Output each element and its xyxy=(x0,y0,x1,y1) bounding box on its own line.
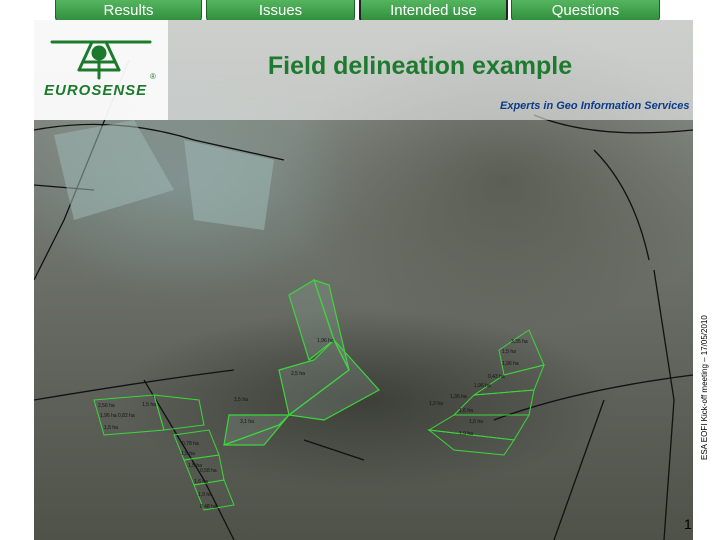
tagline: Experts in Geo Information Services xyxy=(500,100,690,112)
logo-wordmark: EUROSENSE xyxy=(44,82,148,99)
field-label: 2,56 ha xyxy=(98,403,115,409)
field-label: 1,96 ha xyxy=(474,383,491,389)
field-label: 0,58 ha xyxy=(200,468,217,474)
field-label: 3,1 ha xyxy=(240,419,254,425)
field-label: 1,96 ha xyxy=(100,413,117,419)
registered-mark: ® xyxy=(150,72,156,81)
field-label: 1,5 ha xyxy=(234,397,248,403)
field-label: 1,5 ha xyxy=(142,402,156,408)
field-label: 1,36 ha xyxy=(450,394,467,400)
field-label: 1,5 ha xyxy=(104,425,118,431)
field-label: 1,9 ha xyxy=(198,492,212,498)
helicopter-logo-icon xyxy=(50,40,152,80)
slide-title: Field delineation example xyxy=(267,52,573,80)
side-note: ESA EOFI Kick-off meeting – 17/05/2010 xyxy=(700,315,709,460)
field-label: 1,6 ha xyxy=(459,408,473,414)
field-label: 1,6 ha xyxy=(469,419,483,425)
field-label: 0,78 ha xyxy=(182,441,199,447)
field-label: 1,2 ha xyxy=(429,401,443,407)
field-label: 1,5 ha xyxy=(181,451,195,457)
field-label: 3,35 ha xyxy=(511,339,528,345)
field-label: 0,48 ha xyxy=(200,504,217,510)
field-label: 1,5 ha xyxy=(502,349,516,355)
page-number: 1 xyxy=(684,516,692,532)
field-label: 2,5 ha xyxy=(291,371,305,377)
field-label: 1,96 ha xyxy=(502,361,519,367)
logo xyxy=(34,20,168,120)
field-label: 0,43 ha xyxy=(488,374,505,380)
field-label: 1,96 ha xyxy=(317,338,334,344)
field-label: 1,6 ha xyxy=(194,479,208,485)
field-label: 1,9 ha xyxy=(459,431,473,437)
field-label: 0,82 ha xyxy=(118,413,135,419)
